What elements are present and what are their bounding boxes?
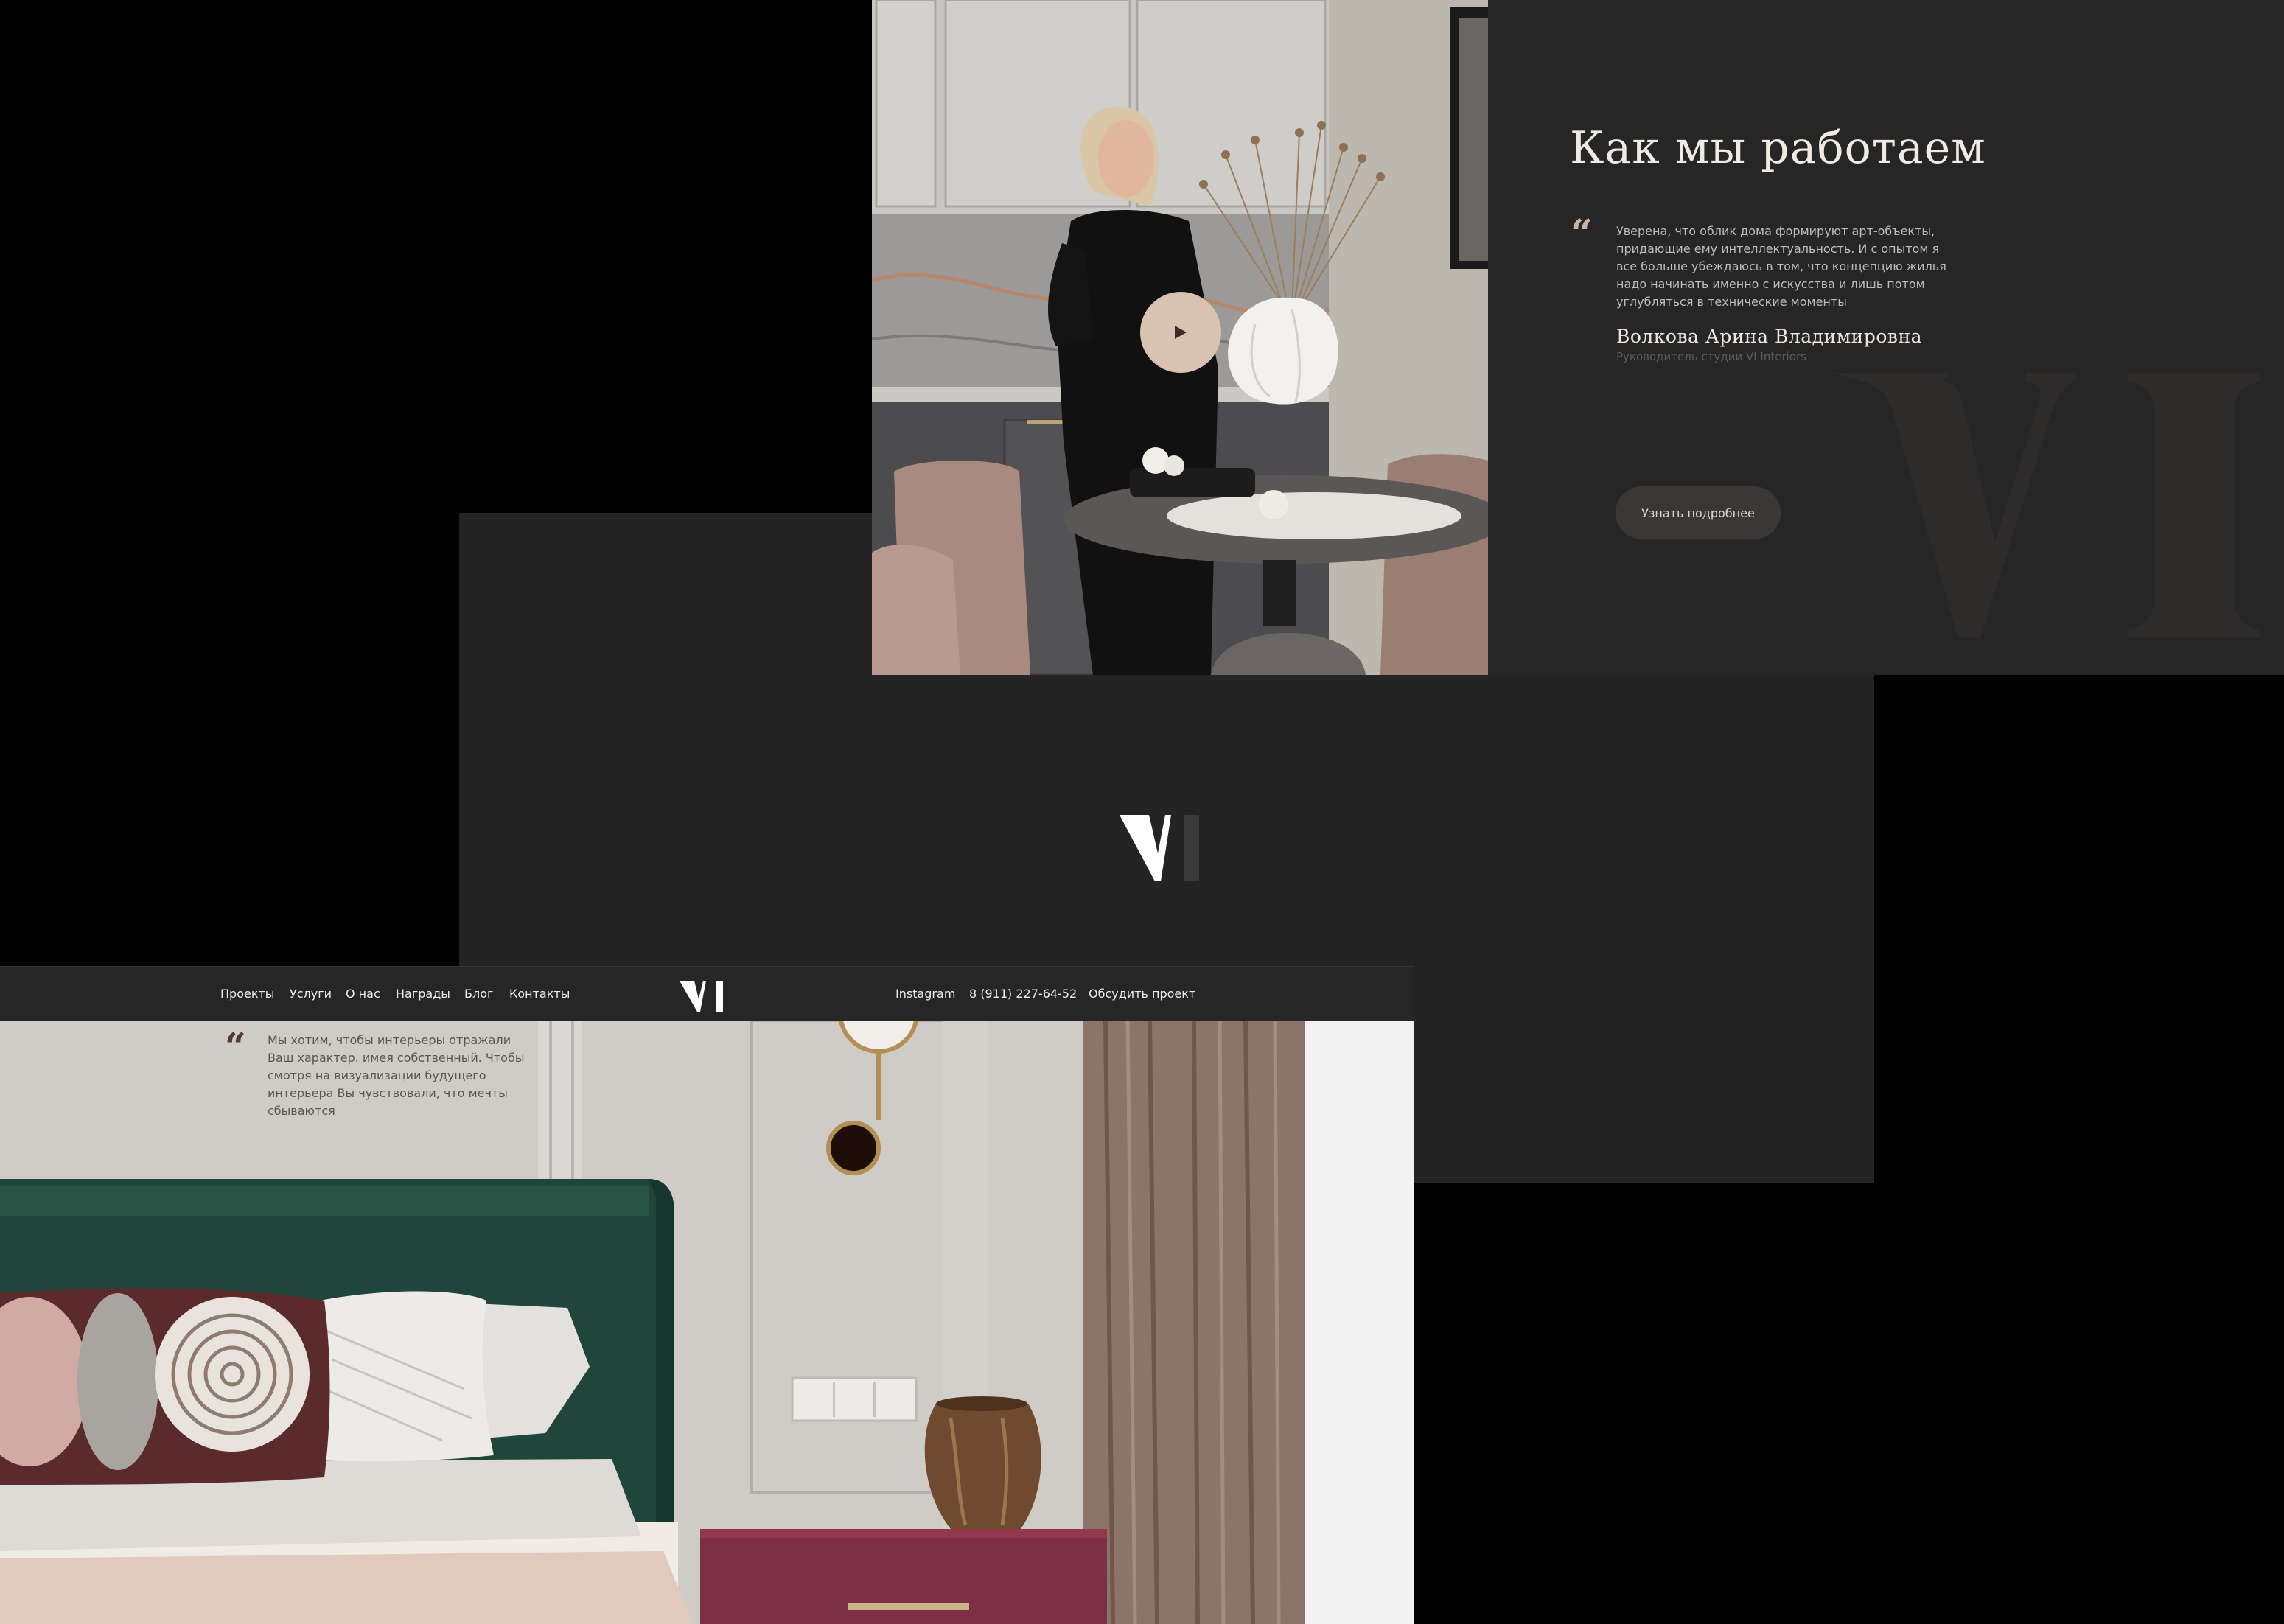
top-navigation: Проекты Услуги О нас Награды Блог Контак… (0, 966, 1414, 1021)
founder-quote: Уверена, что облик дома формируют арт-об… (1616, 224, 1946, 309)
hero-quote: Мы хотим, чтобы интерьеры отражали Ваш х… (268, 1033, 525, 1118)
discuss-project-button[interactable]: Обсудить проект (1089, 987, 1195, 1001)
quote-icon: “ (225, 1024, 246, 1068)
nav-awards[interactable]: Награды (396, 987, 450, 1001)
nav-about[interactable]: О нас (346, 987, 380, 1001)
homepage-screen: “ Мы хотим, чтобы интерьеры отражали Ваш… (0, 966, 1414, 1624)
nav-blog[interactable]: Блог (464, 987, 493, 1001)
hero-bedroom-photo (0, 1021, 1414, 1624)
nav-services[interactable]: Услуги (290, 987, 332, 1001)
author-name: Волкова Арина Владимировна (1616, 326, 1923, 347)
hero-section: “ Мы хотим, чтобы интерьеры отражали Ваш… (0, 1021, 1414, 1624)
author-role: Руководитель студии VI Interiors (1616, 350, 1806, 363)
nav-projects[interactable]: Проекты (220, 987, 274, 1001)
quote-icon: “ (1571, 211, 1593, 256)
learn-more-button[interactable]: Узнать подробнее (1616, 486, 1781, 539)
vi-watermark-logo (1833, 373, 2260, 638)
founder-video-preview[interactable] (872, 0, 1488, 675)
center-logo (1120, 815, 1199, 881)
section-title: Как мы работаем (1570, 122, 1986, 174)
how-we-work-section: Как мы работаем “ Уверена, что облик дом… (872, 0, 2284, 675)
nav-phone-link[interactable]: 8 (911) 227-64-52 (969, 987, 1077, 1001)
nav-contacts[interactable]: Контакты (509, 987, 570, 1001)
play-icon (1175, 326, 1187, 339)
nav-instagram-link[interactable]: Instagram (895, 987, 955, 1001)
vi-logo[interactable] (680, 981, 731, 1012)
play-button[interactable] (1140, 292, 1221, 373)
